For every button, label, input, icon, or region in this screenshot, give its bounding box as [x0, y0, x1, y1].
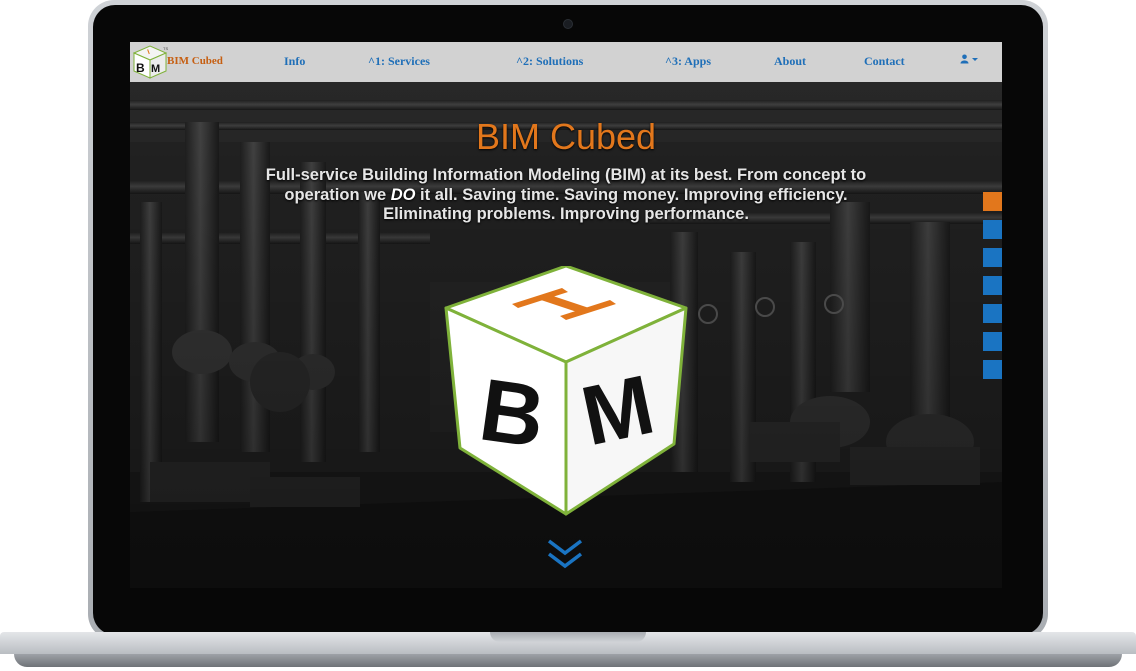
hero-title: BIM Cubed [475, 116, 657, 157]
website-screen: I B M TS BIM Cubed Info ^1: Services ^2:… [130, 42, 1002, 588]
nav-link-apps[interactable]: ^3: Apps [665, 54, 711, 69]
section-dot-7[interactable] [983, 360, 1002, 379]
laptop-notch [490, 632, 646, 642]
nav-link-about[interactable]: About [774, 54, 806, 69]
brand[interactable]: I B M TS BIM Cubed [130, 42, 223, 82]
nav-link-info[interactable]: Info [284, 54, 305, 69]
svg-text:M: M [151, 63, 160, 75]
top-navbar: I B M TS BIM Cubed Info ^1: Services ^2:… [130, 42, 1002, 82]
nav-link-services[interactable]: ^1: Services [368, 54, 430, 69]
section-dot-1[interactable] [983, 192, 1002, 211]
svg-text:B: B [136, 61, 145, 75]
hero-tagline: Full-service Building Information Modeli… [250, 166, 882, 225]
tagline-end: it all. Saving time. Saving money. Impro… [383, 185, 848, 224]
user-icon [960, 54, 969, 64]
caret-down-icon [972, 58, 978, 61]
bim-cube-logo-icon: I B M TS [132, 45, 168, 79]
side-section-nav [983, 192, 1002, 388]
webcam [563, 19, 573, 29]
tagline-emphasis: DO [390, 185, 416, 204]
laptop-base-edge [14, 654, 1122, 667]
double-chevron-down-icon[interactable] [546, 538, 584, 572]
user-menu-toggle[interactable] [960, 54, 979, 64]
section-dot-6[interactable] [983, 332, 1002, 351]
bim-cube-hero-logo: B M [444, 266, 688, 516]
section-dot-2[interactable] [983, 220, 1002, 239]
nav-link-solutions[interactable]: ^2: Solutions [516, 54, 583, 69]
section-dot-4[interactable] [983, 276, 1002, 295]
nav-link-contact[interactable]: Contact [864, 54, 905, 69]
svg-text:TS: TS [163, 46, 168, 51]
brand-name: BIM Cubed [167, 55, 223, 67]
section-dot-3[interactable] [983, 248, 1002, 267]
section-dot-5[interactable] [983, 304, 1002, 323]
